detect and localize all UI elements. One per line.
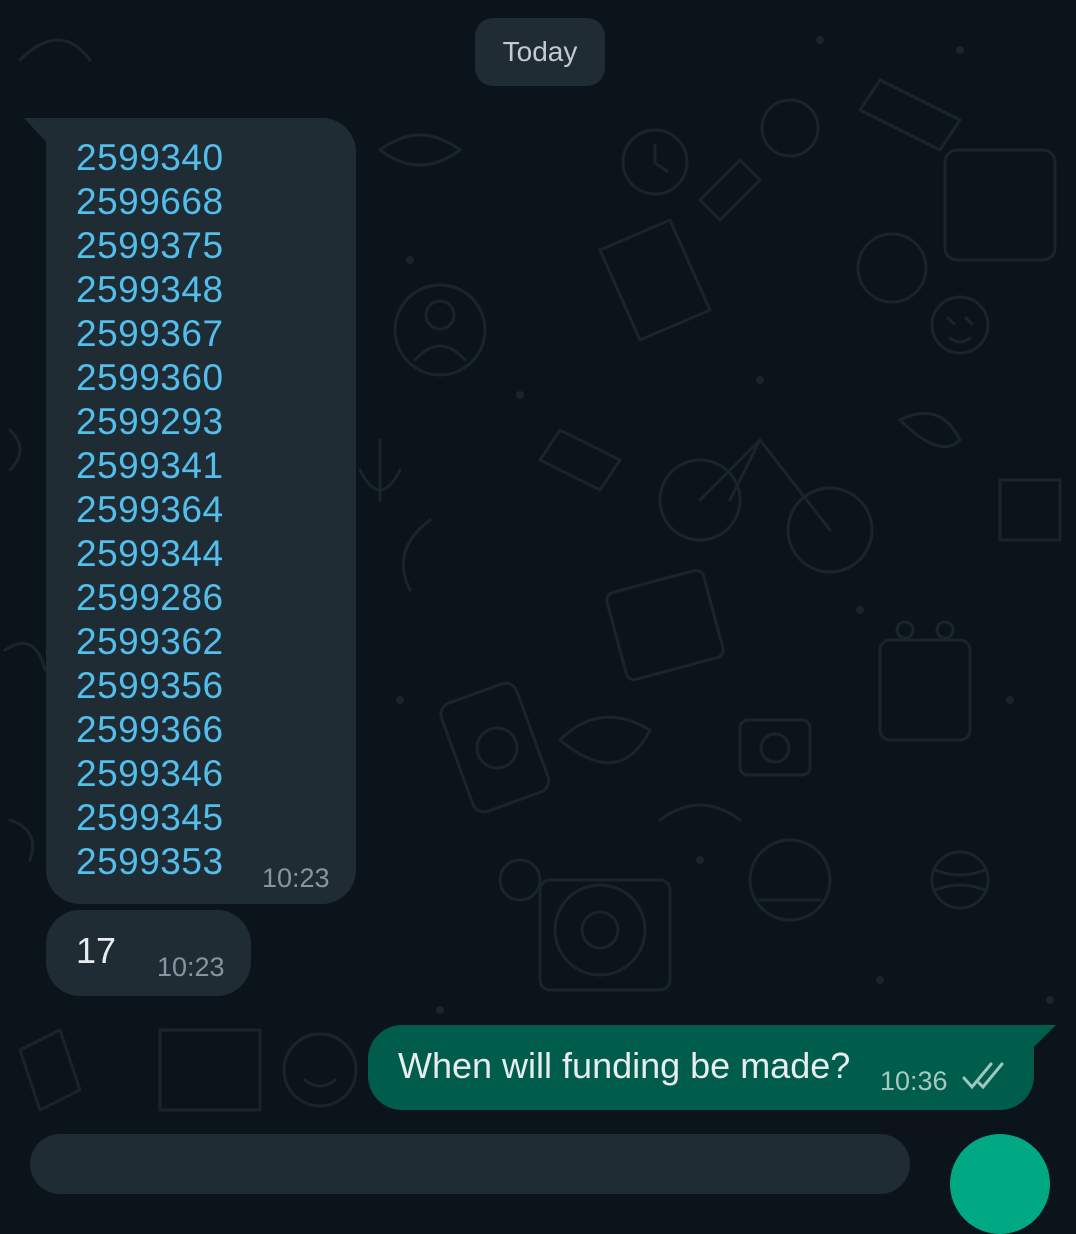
send-button[interactable] — [950, 1134, 1050, 1234]
message-link[interactable]: 2599340 — [76, 136, 224, 180]
message-link[interactable]: 2599364 — [76, 488, 224, 532]
message-text: When will funding be made? — [398, 1045, 851, 1086]
message-link[interactable]: 2599375 — [76, 224, 224, 268]
message-link[interactable]: 2599353 — [76, 840, 224, 884]
message-link[interactable]: 2599668 — [76, 180, 224, 224]
message-link[interactable]: 2599362 — [76, 620, 224, 664]
message-bubble-incoming[interactable]: 2599340 2599668 2599375 2599348 2599367 … — [46, 118, 356, 904]
message-link[interactable]: 2599356 — [76, 664, 224, 708]
message-link[interactable]: 2599286 — [76, 576, 224, 620]
message-timestamp: 10:23 — [157, 952, 225, 982]
message-link-list: 2599340 2599668 2599375 2599348 2599367 … — [76, 136, 224, 884]
message-link[interactable]: 2599366 — [76, 708, 224, 752]
message-input[interactable] — [30, 1134, 910, 1194]
message-timestamp: 10:23 — [262, 863, 330, 893]
message-link[interactable]: 2599345 — [76, 796, 224, 840]
message-bubble-incoming[interactable]: 17 10:23 — [46, 910, 251, 996]
message-timestamp: 10:36 — [880, 1066, 948, 1096]
message-link[interactable]: 2599346 — [76, 752, 224, 796]
message-link[interactable]: 2599341 — [76, 444, 224, 488]
message-link[interactable]: 2599360 — [76, 356, 224, 400]
message-link[interactable]: 2599348 — [76, 268, 224, 312]
message-link[interactable]: 2599344 — [76, 532, 224, 576]
bubble-tail-incoming — [24, 118, 48, 144]
message-link[interactable]: 2599293 — [76, 400, 224, 444]
date-separator: Today — [475, 18, 605, 86]
read-double-check-icon — [962, 1062, 1004, 1090]
message-link[interactable]: 2599367 — [76, 312, 224, 356]
message-text: 17 — [76, 930, 117, 971]
message-bubble-outgoing[interactable]: When will funding be made? 10:36 — [368, 1025, 1034, 1110]
